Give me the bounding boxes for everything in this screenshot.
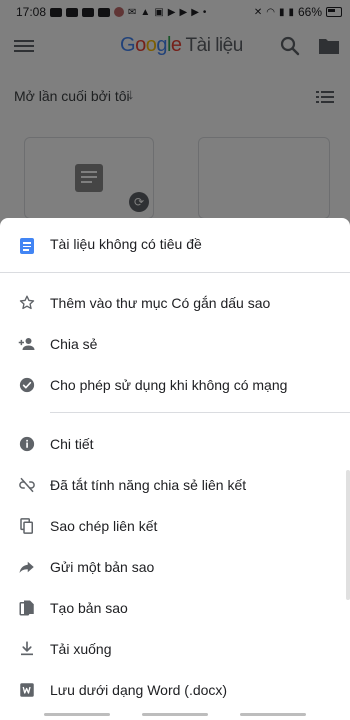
menu-item-label: Tạo bản sao: [50, 600, 128, 616]
drive-docs-screen: 17:08 ✉ ▲ ▣ ▶ ▶ ▶ • ✕ ◠ ▮ ▮ 66% G: [0, 0, 350, 720]
link-off-icon: [19, 477, 35, 493]
menu-item-make-offline[interactable]: Cho phép sử dụng khi không có mạng: [0, 367, 350, 403]
menu-item-label: Thêm vào thư mục Có gắn dấu sao: [50, 295, 271, 311]
divider: [0, 272, 350, 273]
menu-item-label: Gửi một bản sao: [50, 559, 155, 575]
sheet-header: Tài liệu không có tiêu đề: [0, 218, 350, 272]
menu-item-download[interactable]: Tải xuống: [0, 631, 350, 667]
scrollbar[interactable]: [346, 470, 350, 600]
person-add-icon: [18, 338, 35, 350]
bottom-sheet-menu: Tài liệu không có tiêu đề Thêm vào thư m…: [0, 218, 350, 720]
menu-item-label: Tải xuống: [50, 641, 112, 657]
menu-item-label: Cho phép sử dụng khi không có mạng: [50, 377, 288, 393]
word-icon: [20, 683, 34, 697]
nav-back-pill[interactable]: [240, 713, 306, 716]
menu-item-make-copy[interactable]: Tạo bản sao: [0, 590, 350, 626]
divider: [50, 412, 350, 413]
menu-item-label: Lưu dưới dạng Word (.docx): [50, 682, 228, 698]
share-arrow-icon: [19, 561, 34, 573]
nav-recent-pill[interactable]: [44, 713, 110, 716]
duplicate-file-icon: [19, 600, 34, 616]
menu-item-link-sharing-off[interactable]: Đã tắt tính năng chia sẻ liên kết: [0, 467, 350, 503]
menu-item-label: Chi tiết: [50, 436, 94, 452]
info-icon: [19, 436, 35, 452]
menu-item-share[interactable]: Chia sẻ: [0, 326, 350, 362]
download-icon: [21, 641, 33, 656]
menu-item-send-copy[interactable]: Gửi một bản sao: [0, 549, 350, 585]
menu-item-label: Đã tắt tính năng chia sẻ liên kết: [50, 477, 247, 493]
offline-check-icon: [19, 377, 35, 393]
menu-item-copy-link[interactable]: Sao chép liên kết: [0, 508, 350, 544]
menu-item-label: Chia sẻ: [50, 336, 98, 352]
menu-item-details[interactable]: Chi tiết: [0, 426, 350, 462]
star-icon: [19, 295, 35, 310]
nav-home-pill[interactable]: [142, 713, 208, 716]
menu-item-add-to-starred[interactable]: Thêm vào thư mục Có gắn dấu sao: [0, 285, 350, 321]
document-title: Tài liệu không có tiêu đề: [50, 236, 202, 252]
menu-item-save-as-word[interactable]: Lưu dưới dạng Word (.docx): [0, 672, 350, 708]
menu-item-label: Sao chép liên kết: [50, 518, 158, 534]
google-docs-icon: [20, 238, 34, 254]
gesture-navigation-bar: [0, 708, 350, 720]
copy-icon: [20, 518, 33, 534]
